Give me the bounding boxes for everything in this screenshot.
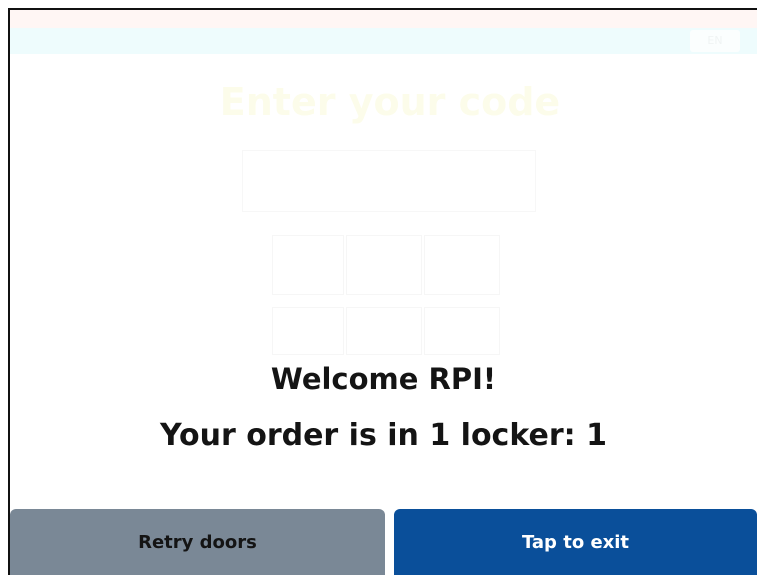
- keypad-key: [424, 235, 500, 295]
- keypad-key: [346, 307, 422, 355]
- background-language-button: EN: [690, 30, 740, 52]
- kiosk-screen: EN Enter your code Welcome RPI! Your ord…: [0, 0, 757, 575]
- keypad-key: [346, 235, 422, 295]
- keypad-key: [424, 307, 500, 355]
- keypad-key: [272, 307, 344, 355]
- background-code-input: [242, 150, 536, 212]
- retry-doors-button[interactable]: Retry doors: [10, 509, 385, 575]
- keypad-key: [272, 235, 344, 295]
- background-keypad: [272, 235, 502, 355]
- tap-to-exit-button[interactable]: Tap to exit: [394, 509, 757, 575]
- locker-message: Your order is in 1 locker: 1: [160, 418, 607, 453]
- frame-border-top: [8, 8, 757, 10]
- frame-border-left: [8, 8, 10, 575]
- background-header-bar: [10, 28, 757, 54]
- background-status-bar: [10, 10, 757, 28]
- welcome-message: Welcome RPI!: [270, 362, 497, 396]
- background-title: Enter your code: [219, 80, 561, 124]
